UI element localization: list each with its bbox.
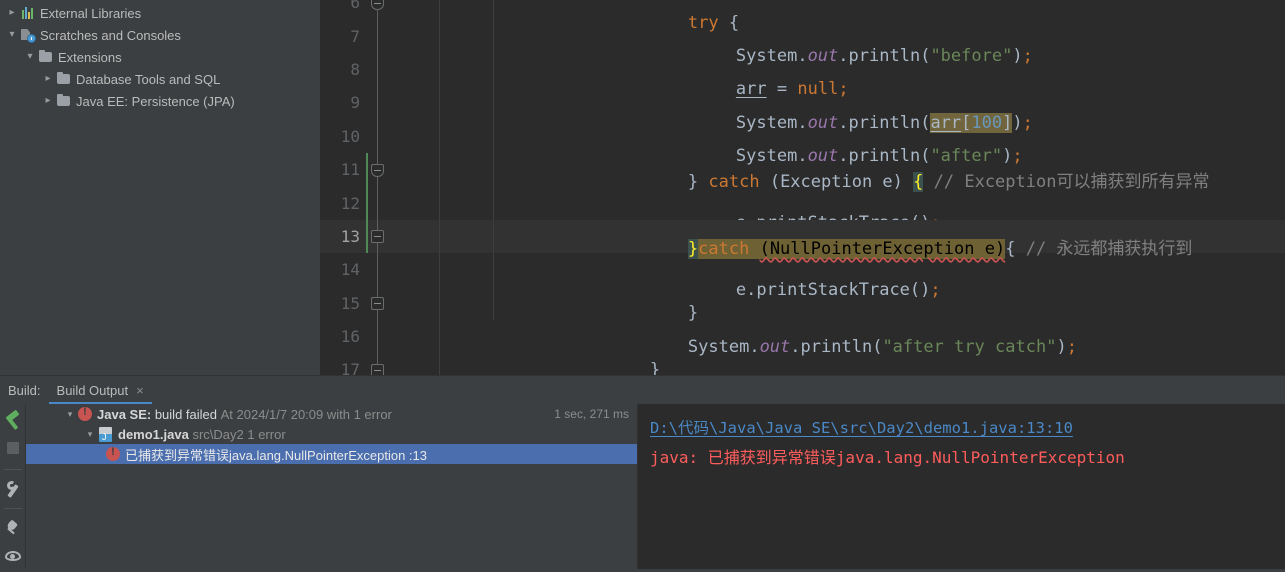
tree-item-external-libraries[interactable]: ▸ External Libraries	[0, 2, 320, 24]
tree-item-label: Scratches and Consoles	[40, 27, 181, 43]
line-number: 7	[350, 26, 360, 46]
chevron-down-icon[interactable]: ▾	[82, 429, 98, 440]
editor-gutter[interactable]	[366, 219, 432, 254]
build-hammer-icon[interactable]	[2, 409, 24, 430]
build-side-toolbar	[0, 404, 26, 572]
fold-marker-icon[interactable]	[371, 297, 384, 311]
tab-label: Build Output	[56, 383, 129, 398]
build-status-title: Java SE:	[97, 406, 152, 422]
build-tool-window: Build: Build Output × ▾ ! Java SE: build…	[0, 375, 1285, 572]
editor-gutter[interactable]	[366, 0, 432, 20]
line-number: 9	[350, 93, 360, 113]
chevron-right-icon[interactable]: ▸	[40, 68, 56, 90]
folder-icon	[56, 93, 72, 109]
line-number: 6	[350, 0, 360, 13]
chevron-right-icon[interactable]: ▸	[4, 2, 20, 24]
project-tool-window: ▸ External Libraries ▾ Scratches and Con…	[0, 0, 320, 375]
pin-icon[interactable]	[2, 518, 24, 537]
tree-item-label: Java EE: Persistence (JPA)	[76, 93, 235, 109]
fold-marker-icon[interactable]	[371, 0, 384, 10]
tree-item-label: Database Tools and SQL	[76, 71, 221, 87]
code-text: }	[649, 360, 661, 375]
build-detail-pane[interactable]: D:\代码\Java\Java SE\src\Day2\demo1.java:1…	[638, 404, 1285, 572]
error-message: 已捕获到异常错误java.lang.NullPointerException :…	[125, 447, 428, 463]
line-number: 16	[340, 327, 360, 347]
code-line[interactable]: 17 }	[320, 353, 1285, 375]
java-file-icon	[98, 426, 113, 442]
fold-marker-icon[interactable]	[371, 363, 384, 375]
line-number: 10	[340, 126, 360, 146]
folder-icon	[56, 71, 72, 87]
editor-gutter[interactable]	[366, 186, 432, 220]
line-number: 14	[340, 260, 360, 280]
tree-item-java-ee-persistence-jpa[interactable]: ▸ Java EE: Persistence (JPA)	[0, 90, 320, 112]
tab-build-output[interactable]: Build Output ×	[48, 383, 152, 404]
ide-window: ▸ External Libraries ▾ Scratches and Con…	[0, 0, 1285, 572]
file-name: demo1.java	[118, 426, 189, 442]
editor-gutter[interactable]	[366, 86, 432, 120]
vcs-change-bar[interactable]	[366, 152, 368, 187]
build-tree-row-error-selected[interactable]: 已捕获到异常错误java.lang.NullPointerException :…	[26, 444, 637, 464]
tree-item-label: Extensions	[58, 49, 122, 65]
tree-item-scratches-and-consoles[interactable]: ▾ Scratches and Consoles	[0, 24, 320, 46]
build-output-tree[interactable]: ▾ Java SE: build failed At 2024/1/7 20:0…	[26, 404, 638, 572]
build-header: Build: Build Output ×	[0, 376, 1285, 404]
editor-gutter[interactable]	[366, 253, 432, 287]
editor-gutter[interactable]	[366, 319, 432, 354]
build-status-text: build failed	[154, 406, 217, 422]
vcs-change-bar[interactable]	[366, 186, 368, 220]
stop-icon[interactable]	[2, 437, 24, 459]
eye-icon[interactable]	[2, 545, 24, 564]
editor-gutter[interactable]	[366, 19, 432, 53]
code-editor[interactable]: 6 try { 7 System.out.println("before");	[320, 0, 1285, 375]
error-location-link[interactable]: D:\代码\Java\Java SE\src\Day2\demo1.java:1…	[650, 416, 1073, 438]
bars-icon	[20, 5, 36, 21]
build-tree-row-java-se[interactable]: ▾ Java SE: build failed At 2024/1/7 20:0…	[26, 404, 637, 424]
chevron-down-icon[interactable]: ▾	[62, 409, 78, 420]
chevron-right-icon[interactable]: ▸	[40, 90, 56, 112]
scratch-clock-icon	[20, 27, 36, 43]
line-number: 12	[340, 193, 360, 213]
folder-icon	[38, 49, 54, 65]
build-window-label: Build:	[8, 383, 41, 398]
line-number: 15	[340, 293, 360, 313]
wrench-icon[interactable]	[2, 479, 24, 498]
fold-marker-icon[interactable]	[371, 230, 384, 244]
compiler-error-text: java: 已捕获到异常错误java.lang.NullPointerExcep…	[650, 448, 1125, 467]
line-number: 11	[340, 160, 360, 180]
line-number: 8	[350, 59, 360, 79]
file-path-detail: src\Day2 1 error	[192, 426, 286, 442]
editor-gutter[interactable]	[366, 119, 432, 153]
editor-gutter[interactable]	[366, 52, 432, 87]
toolbar-divider	[3, 469, 22, 470]
editor-gutter[interactable]	[366, 152, 432, 187]
build-tree-row-demo1-java[interactable]: ▾ demo1.java src\Day2 1 error	[26, 424, 637, 444]
error-icon	[78, 406, 92, 421]
tree-item-database-tools-and-sql[interactable]: ▸ Database Tools and SQL	[0, 68, 320, 90]
chevron-down-icon[interactable]: ▾	[22, 46, 38, 68]
build-duration: 1 sec, 271 ms	[554, 407, 629, 421]
error-icon	[106, 446, 120, 461]
tree-item-extensions[interactable]: ▾ Extensions	[0, 46, 320, 68]
fold-marker-icon[interactable]	[371, 163, 384, 177]
line-number: 13	[340, 226, 360, 246]
build-status-detail: At 2024/1/7 20:09 with 1 error	[220, 406, 392, 422]
build-body: ▾ Java SE: build failed At 2024/1/7 20:0…	[0, 404, 1285, 572]
editor-gutter[interactable]	[366, 353, 432, 375]
chevron-down-icon[interactable]: ▾	[4, 24, 20, 46]
close-icon[interactable]: ×	[136, 383, 144, 398]
tree-item-label: External Libraries	[40, 5, 142, 21]
editor-gutter[interactable]	[366, 286, 432, 320]
vcs-change-bar[interactable]	[366, 219, 368, 254]
line-number: 17	[340, 360, 360, 375]
toolbar-divider	[3, 507, 22, 509]
